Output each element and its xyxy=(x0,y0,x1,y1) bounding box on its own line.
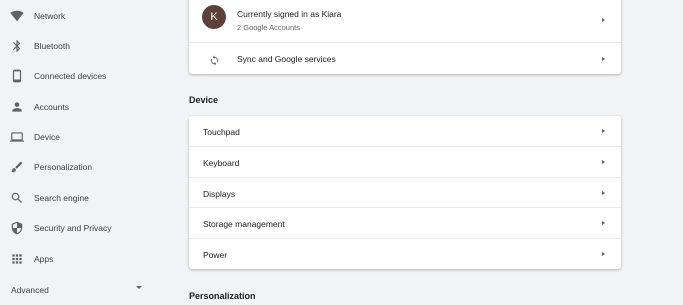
sidebar-item-label: Personalization xyxy=(34,162,93,172)
person-icon xyxy=(10,100,24,114)
sync-services-label: Sync and Google services xyxy=(237,54,336,64)
sidebar-item-personalization[interactable]: Personalization xyxy=(0,152,168,182)
sidebar-item-security-and-privacy[interactable]: Security and Privacy xyxy=(0,213,168,243)
brush-icon xyxy=(10,160,24,174)
touchpad-label: Touchpad xyxy=(203,127,240,137)
sidebar-item-label: Apps xyxy=(34,254,54,264)
sidebar-item-label: Network xyxy=(34,11,66,21)
personalization-section-title: Personalization xyxy=(189,291,256,301)
sidebar-item-label: Accounts xyxy=(34,102,69,112)
apps-grid-icon xyxy=(10,252,24,266)
keyboard-label: Keyboard xyxy=(203,158,240,168)
storage-management-row[interactable]: Storage management xyxy=(189,207,621,238)
advanced-toggle[interactable]: Advanced xyxy=(0,280,168,300)
keyboard-row[interactable]: Keyboard xyxy=(189,146,621,177)
sidebar-item-label: Search engine xyxy=(34,193,89,203)
storage-management-label: Storage management xyxy=(203,219,285,229)
sidebar: Network Bluetooth Connected devices Acco… xyxy=(0,0,168,305)
chevron-down-icon xyxy=(136,286,142,289)
signed-in-account-row[interactable]: K Currently signed in as Kiara 2 Google … xyxy=(189,0,621,42)
accounts-count: 2 Google Accounts xyxy=(237,23,300,32)
power-label: Power xyxy=(203,250,228,260)
sidebar-item-bluetooth[interactable]: Bluetooth xyxy=(0,31,168,61)
sidebar-item-device[interactable]: Device xyxy=(0,122,168,152)
chevron-right-icon xyxy=(602,129,605,133)
touchpad-row[interactable]: Touchpad xyxy=(189,116,621,146)
sync-icon xyxy=(209,53,220,66)
wifi-icon xyxy=(10,9,24,23)
sync-services-row[interactable]: Sync and Google services xyxy=(189,42,621,74)
sidebar-item-label: Connected devices xyxy=(34,71,107,81)
device-section-title: Device xyxy=(189,95,219,105)
sidebar-item-network[interactable]: Network xyxy=(0,1,168,31)
main-content: K Currently signed in as Kiara 2 Google … xyxy=(168,0,683,305)
bluetooth-icon xyxy=(10,39,24,53)
avatar: K xyxy=(202,5,226,29)
signed-in-label: Currently signed in as Kiara xyxy=(237,9,342,19)
advanced-label: Advanced xyxy=(11,285,49,295)
settings-window: Network Bluetooth Connected devices Acco… xyxy=(0,0,683,305)
sidebar-item-search-engine[interactable]: Search engine xyxy=(0,183,168,213)
accounts-card: K Currently signed in as Kiara 2 Google … xyxy=(189,0,621,74)
chevron-right-icon xyxy=(602,252,605,256)
displays-row[interactable]: Displays xyxy=(189,177,621,207)
chevron-right-icon xyxy=(602,160,605,164)
device-card: Touchpad Keyboard Displays Storage manag… xyxy=(189,116,621,269)
chevron-right-icon xyxy=(602,191,605,195)
sidebar-item-label: Device xyxy=(34,132,60,142)
sidebar-item-apps[interactable]: Apps xyxy=(0,244,168,274)
power-row[interactable]: Power xyxy=(189,238,621,269)
chevron-right-icon xyxy=(602,57,605,61)
sidebar-item-label: Security and Privacy xyxy=(34,223,112,233)
laptop-icon xyxy=(10,130,24,144)
chevron-right-icon xyxy=(602,221,605,225)
phone-icon xyxy=(10,69,24,83)
displays-label: Displays xyxy=(203,189,236,199)
chevron-right-icon xyxy=(602,18,605,22)
sidebar-item-label: Bluetooth xyxy=(34,41,70,51)
sidebar-item-accounts[interactable]: Accounts xyxy=(0,92,168,122)
sidebar-item-connected-devices[interactable]: Connected devices xyxy=(0,61,168,91)
shield-icon xyxy=(10,221,24,235)
search-icon xyxy=(10,191,24,205)
